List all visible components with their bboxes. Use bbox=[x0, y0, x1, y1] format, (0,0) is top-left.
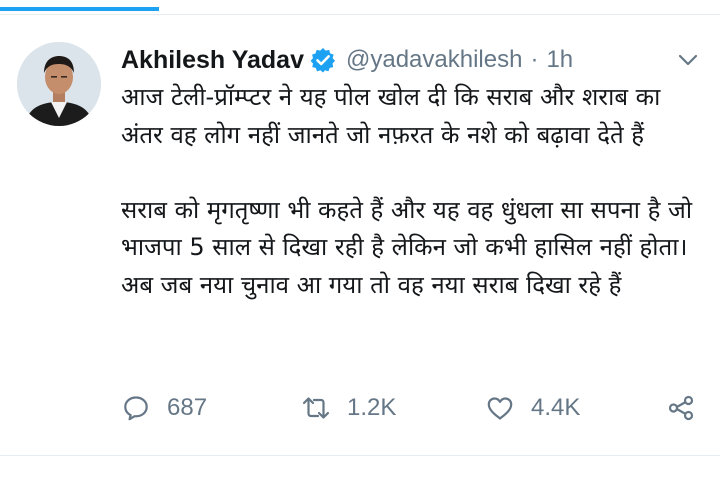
author-name[interactable]: Akhilesh Yadav bbox=[121, 46, 304, 75]
avatar[interactable] bbox=[17, 42, 101, 126]
retweet-icon bbox=[302, 397, 330, 419]
tweet-header: Akhilesh Yadav @yadavakhilesh · 1h bbox=[121, 42, 573, 78]
verified-badge-icon bbox=[310, 47, 336, 73]
tweet-paragraph: सराब को मृगतृष्णा भी कहते हैं और यह वह ध… bbox=[121, 195, 693, 299]
reply-button[interactable]: 687 bbox=[121, 388, 207, 428]
share-icon bbox=[668, 395, 694, 421]
tab-active-indicator bbox=[0, 7, 159, 11]
retweet-button[interactable]: 1.2K bbox=[301, 388, 396, 428]
tweet-actions: 687 1.2K 4.4K bbox=[121, 388, 701, 428]
tweet-paragraph: आज टेली-प्रॉम्प्टर ने यह पोल खोल दी कि स… bbox=[121, 83, 661, 149]
like-count: 4.4K bbox=[531, 394, 581, 421]
timestamp[interactable]: 1h bbox=[546, 46, 573, 74]
author-handle[interactable]: @yadavakhilesh bbox=[346, 46, 522, 74]
divider bbox=[0, 455, 720, 456]
like-button[interactable]: 4.4K bbox=[485, 388, 580, 428]
heart-icon bbox=[487, 397, 513, 420]
tweet-text: आज टेली-प्रॉम्प्टर ने यह पोल खोल दी कि स… bbox=[121, 79, 701, 304]
share-button[interactable] bbox=[666, 388, 696, 428]
reply-icon bbox=[124, 396, 148, 421]
reply-count: 687 bbox=[167, 394, 208, 421]
retweet-count: 1.2K bbox=[347, 394, 397, 421]
divider bbox=[0, 14, 720, 15]
separator-dot: · bbox=[530, 46, 539, 73]
chevron-down-icon[interactable] bbox=[677, 52, 699, 68]
